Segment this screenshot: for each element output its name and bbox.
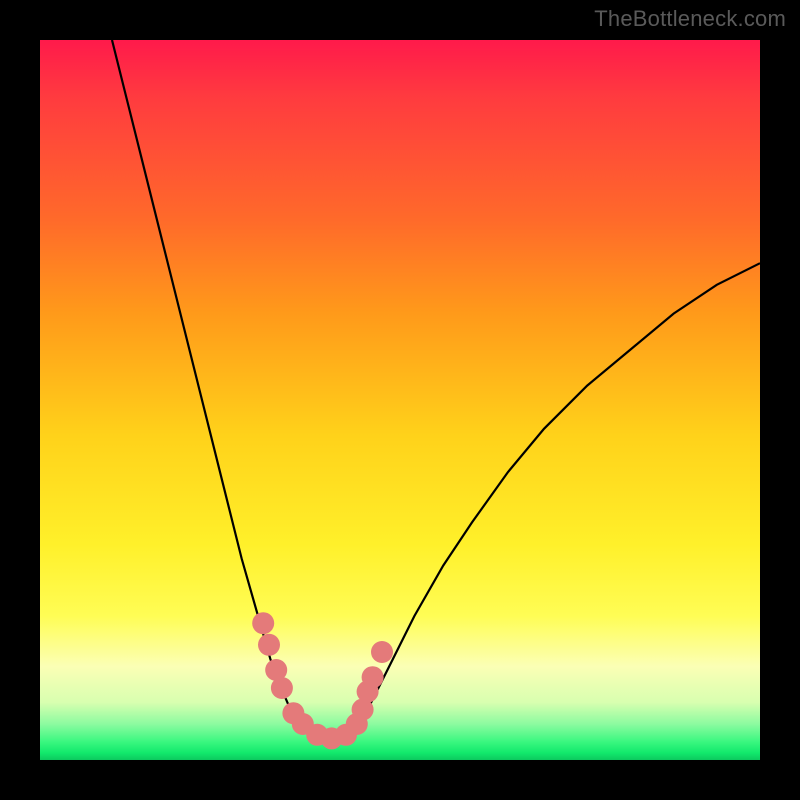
curve-layer <box>40 40 760 760</box>
watermark-text: TheBottleneck.com <box>594 6 786 32</box>
highlight-dot <box>252 612 274 634</box>
chart-frame: TheBottleneck.com <box>0 0 800 800</box>
highlight-dot <box>258 634 280 656</box>
bottleneck-curve <box>112 40 760 740</box>
highlight-dots-group <box>252 612 393 749</box>
highlight-dot <box>271 677 293 699</box>
highlight-dot <box>371 641 393 663</box>
plot-area <box>40 40 760 760</box>
highlight-dot <box>362 666 384 688</box>
